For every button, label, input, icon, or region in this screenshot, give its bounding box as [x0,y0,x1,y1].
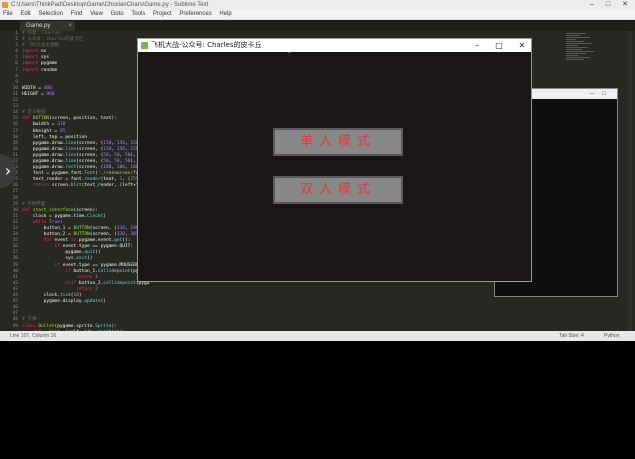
single-player-button[interactable]: 单人模式 [273,128,403,156]
editor-title: C:\Users\ThinkPad\Desktop\Game\ChuxianCh… [11,2,209,8]
maximize-icon[interactable]: □ [601,0,615,10]
minimap[interactable] [566,33,606,93]
menu-edit[interactable]: Edit [20,10,30,19]
game-canvas[interactable]: 单人模式 双人模式 [138,52,531,281]
tab-size-indicator[interactable]: Tab Size: 4 [559,331,584,341]
menu-project[interactable]: Project [153,10,172,19]
menu-find[interactable]: Find [71,10,83,19]
close-icon[interactable]: ✕ [618,0,632,10]
game-titlebar: 飞机大战-公众号: Charles的皮卡丘 – □ ✕ [138,39,531,52]
menu-selection[interactable]: Selection [38,10,63,19]
menu-help[interactable]: Help [219,10,231,19]
editor-titlebar: C:\Users\ThinkPad\Desktop\Game\ChuxianCh… [0,0,635,10]
tab-close-icon[interactable]: × [68,21,72,31]
menu-preferences[interactable]: Preferences [179,10,211,19]
cursor-position: Line 107, Column 16 [10,333,57,339]
minimize-icon[interactable]: – [585,0,599,10]
tab-label: Game.py [26,23,51,29]
tab-game-py[interactable]: Game.py × [20,21,75,31]
menu-goto[interactable]: Goto [111,10,124,19]
tab-bar: Game.py × [0,20,635,31]
menu-bar: File Edit Selection Find View Goto Tools… [0,10,635,20]
syntax-indicator[interactable]: Python [604,331,620,341]
game-maximize-icon[interactable]: □ [490,39,508,52]
game-window: 飞机大战-公众号: Charles的皮卡丘 – □ ✕ 单人模式 双人模式 [137,38,532,282]
menu-view[interactable]: View [90,10,103,19]
vertical-scrollbar[interactable] [628,31,632,331]
sublime-app-icon [2,2,8,8]
menu-file[interactable]: File [3,10,13,19]
game-minimize-icon[interactable]: – [468,39,486,52]
game-close-icon[interactable]: ✕ [513,39,531,52]
two-player-button[interactable]: 双人模式 [273,176,403,204]
status-bar: Line 107, Column 16 Tab Size: 4 Python [0,331,635,341]
pygame-icon [141,42,148,49]
console-maximize-icon[interactable]: □ [599,89,609,99]
console-minimize-icon[interactable]: – [587,89,597,99]
line-number: 49 [12,323,18,329]
menu-tools[interactable]: Tools [131,10,145,19]
game-window-title: 飞机大战-公众号: Charles的皮卡丘 [151,41,262,49]
